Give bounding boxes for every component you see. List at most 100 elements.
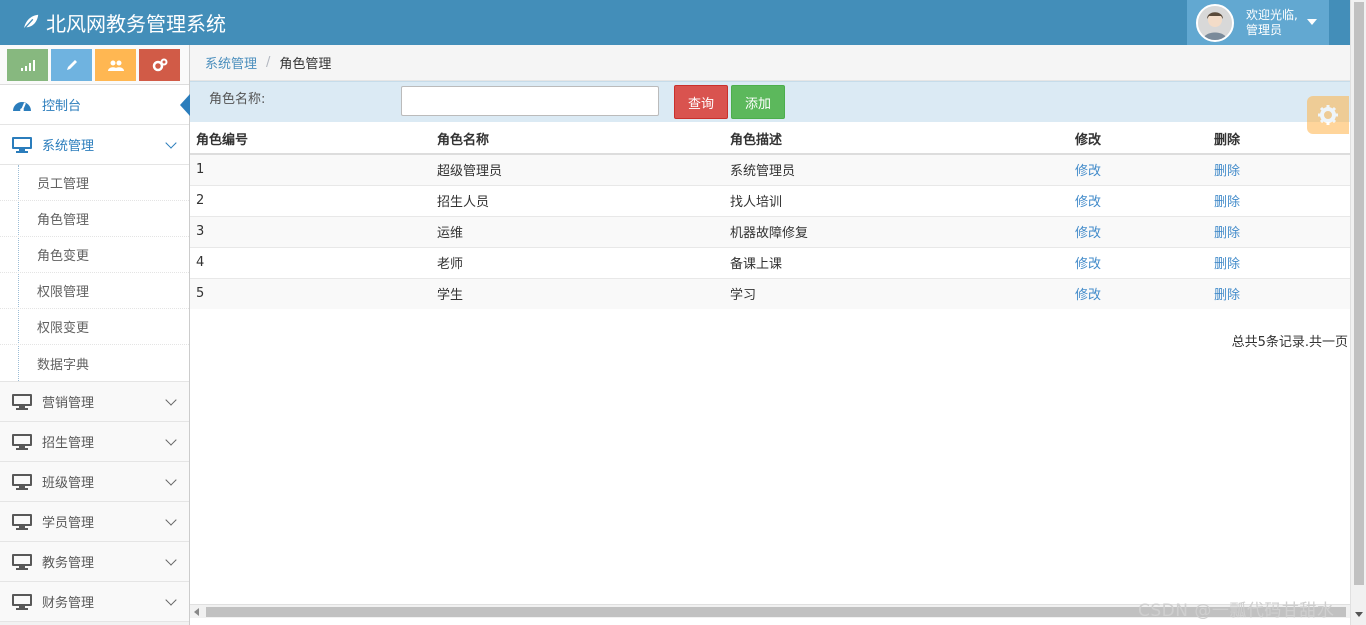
edit-link[interactable]: 修改 bbox=[1069, 153, 1208, 185]
top-navbar: 北风网教务管理系统 欢迎光临, 管理员 bbox=[0, 0, 1366, 45]
sidebar-item-label: 营销管理 bbox=[42, 396, 95, 411]
sidebar-item-label: 学员管理 bbox=[42, 516, 95, 531]
shortcut-buttons bbox=[0, 45, 189, 85]
sidebar-item-enrollment[interactable]: 招生管理 bbox=[0, 422, 189, 462]
chevron-down-icon bbox=[165, 474, 177, 486]
roles-table: 角色编号 角色名称 角色描述 修改 删除 1 超级管理员 系统管理员 修改 删除… bbox=[190, 123, 1350, 309]
column-header: 角色编号 bbox=[190, 123, 431, 155]
role-desc-cell: 备课上课 bbox=[724, 246, 1069, 278]
table-row: 4 老师 备课上课 修改 删除 bbox=[190, 246, 1350, 278]
stats-shortcut-button[interactable] bbox=[7, 49, 48, 81]
user-info: 欢迎光临, 管理员 bbox=[1246, 8, 1298, 38]
sidebar-item-classes[interactable]: 班级管理 bbox=[0, 462, 189, 502]
role-desc-cell: 系统管理员 bbox=[724, 153, 1069, 185]
role-desc-cell: 机器故障修复 bbox=[724, 215, 1069, 247]
role-desc-cell: 学习 bbox=[724, 277, 1069, 309]
brand-title: 北风网教务管理系统 bbox=[46, 11, 226, 36]
sidebar-item-label: 系统管理 bbox=[42, 139, 95, 154]
settings-shortcut-button[interactable] bbox=[139, 49, 180, 81]
table-row: 2 招生人员 找人培训 修改 删除 bbox=[190, 184, 1350, 216]
sidebar: 控制台 系统管理 员工管理 角色管理 角色变更 权限管理 权限变更 数据字典 营… bbox=[0, 45, 190, 625]
delete-link[interactable]: 删除 bbox=[1208, 277, 1350, 309]
search-bar: 角色名称: 查询 添加 bbox=[190, 81, 1350, 122]
submenu-item-dictionary[interactable]: 数据字典 bbox=[0, 345, 189, 381]
delete-link[interactable]: 删除 bbox=[1208, 246, 1350, 278]
cogs-icon bbox=[152, 58, 167, 72]
column-header: 角色名称 bbox=[431, 123, 724, 155]
delete-link[interactable]: 删除 bbox=[1208, 184, 1350, 216]
role-id-cell: 3 bbox=[190, 215, 431, 247]
chevron-down-icon bbox=[165, 434, 177, 446]
chevron-down-icon bbox=[165, 394, 177, 406]
watermark: CSDN @一瓢代码甘甜水 bbox=[1138, 601, 1335, 621]
submenu-item-roles[interactable]: 角色管理 bbox=[0, 201, 189, 237]
avatar bbox=[1196, 3, 1234, 42]
sidebar-item-marketing[interactable]: 营销管理 bbox=[0, 382, 189, 422]
table-row: 5 学生 学习 修改 删除 bbox=[190, 277, 1350, 309]
sidebar-item-label: 班级管理 bbox=[42, 476, 95, 491]
chevron-down-icon bbox=[165, 554, 177, 566]
delete-link[interactable]: 删除 bbox=[1208, 215, 1350, 247]
sidebar-item-finance[interactable]: 财务管理 bbox=[0, 582, 189, 622]
desktop-icon bbox=[12, 593, 32, 610]
delete-link[interactable]: 删除 bbox=[1208, 153, 1350, 185]
user-role: 管理员 bbox=[1246, 22, 1283, 37]
chevron-down-icon bbox=[165, 594, 177, 606]
role-id-cell: 5 bbox=[190, 277, 431, 309]
role-desc-cell: 找人培训 bbox=[724, 184, 1069, 216]
role-name-cell: 超级管理员 bbox=[431, 153, 724, 185]
submenu-item-employees[interactable]: 员工管理 bbox=[0, 165, 189, 201]
users-shortcut-button[interactable] bbox=[95, 49, 136, 81]
sidebar-item-label: 招生管理 bbox=[42, 436, 95, 451]
role-id-cell: 4 bbox=[190, 246, 431, 278]
sidebar-item-dashboard[interactable]: 控制台 bbox=[0, 85, 190, 125]
query-button[interactable]: 查询 bbox=[674, 85, 728, 119]
add-button[interactable]: 添加 bbox=[731, 85, 785, 119]
role-name-input[interactable] bbox=[401, 86, 659, 116]
submenu-item-role-change[interactable]: 角色变更 bbox=[0, 237, 189, 273]
role-name-cell: 学生 bbox=[431, 277, 724, 309]
user-menu[interactable]: 欢迎光临, 管理员 bbox=[1187, 0, 1329, 45]
signal-icon bbox=[20, 60, 35, 71]
sidebar-item-academic[interactable]: 教务管理 bbox=[0, 542, 189, 582]
edit-link[interactable]: 修改 bbox=[1069, 215, 1208, 247]
sidebar-item-system[interactable]: 系统管理 bbox=[0, 125, 189, 165]
system-submenu: 员工管理 角色管理 角色变更 权限管理 权限变更 数据字典 bbox=[0, 165, 189, 382]
breadcrumb-parent-link[interactable]: 系统管理 bbox=[205, 53, 257, 72]
edit-shortcut-button[interactable] bbox=[51, 49, 92, 81]
breadcrumb-current: 角色管理 bbox=[279, 57, 332, 72]
sidebar-item-students[interactable]: 学员管理 bbox=[0, 502, 189, 542]
scroll-left-icon[interactable] bbox=[194, 608, 199, 616]
vertical-scrollbar[interactable] bbox=[1350, 0, 1366, 625]
scrollbar-thumb[interactable] bbox=[1354, 2, 1364, 585]
chevron-down-icon bbox=[165, 137, 177, 149]
edit-link[interactable]: 修改 bbox=[1069, 184, 1208, 216]
edit-link[interactable]: 修改 bbox=[1069, 246, 1208, 278]
scroll-down-icon[interactable] bbox=[1355, 612, 1363, 617]
desktop-icon bbox=[12, 136, 32, 153]
main-content: 系统管理 / 角色管理 角色名称: 查询 添加 角色编号 角色名称 角色描述 修… bbox=[190, 45, 1350, 625]
pagination-summary: 总共5条记录.共一页 bbox=[1231, 335, 1348, 350]
breadcrumb: 系统管理 / 角色管理 bbox=[190, 45, 1350, 81]
dashboard-icon bbox=[12, 97, 32, 113]
settings-toggle-button[interactable] bbox=[1307, 96, 1349, 134]
chevron-down-icon bbox=[165, 514, 177, 526]
gear-icon bbox=[1318, 105, 1338, 125]
table-row: 1 超级管理员 系统管理员 修改 删除 bbox=[190, 153, 1350, 185]
role-name-cell: 老师 bbox=[431, 246, 724, 278]
leaf-icon bbox=[23, 14, 39, 30]
desktop-icon bbox=[12, 473, 32, 490]
desktop-icon bbox=[12, 513, 32, 530]
desktop-icon bbox=[12, 553, 32, 570]
users-icon bbox=[107, 60, 124, 71]
brand[interactable]: 北风网教务管理系统 bbox=[22, 8, 226, 36]
welcome-text: 欢迎光临, bbox=[1246, 7, 1298, 22]
breadcrumb-separator: / bbox=[266, 55, 271, 70]
caret-down-icon bbox=[1307, 19, 1317, 25]
edit-link[interactable]: 修改 bbox=[1069, 277, 1208, 309]
submenu-item-permission-change[interactable]: 权限变更 bbox=[0, 309, 189, 345]
role-id-cell: 2 bbox=[190, 184, 431, 216]
sidebar-item-label: 财务管理 bbox=[42, 596, 95, 611]
submenu-item-permissions[interactable]: 权限管理 bbox=[0, 273, 189, 309]
sidebar-item-label: 控制台 bbox=[42, 99, 82, 114]
